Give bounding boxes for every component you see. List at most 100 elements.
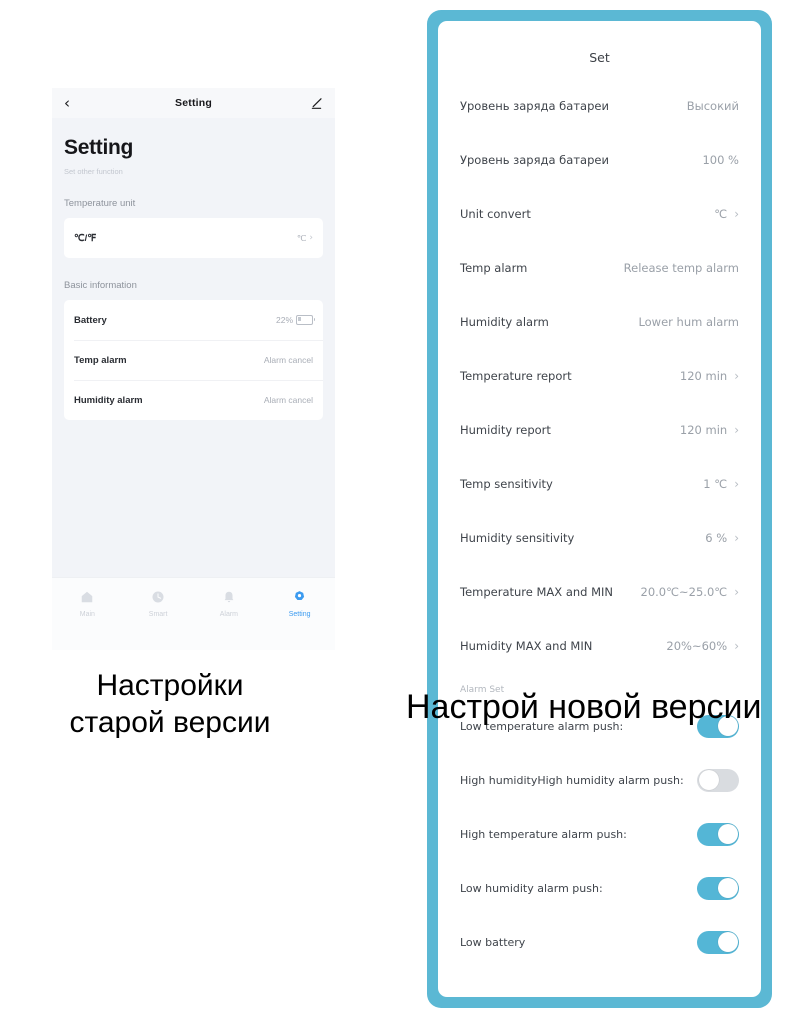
- row-value: Alarm cancel: [263, 355, 313, 365]
- toggle-switch[interactable]: [697, 876, 739, 900]
- row-label: Temp alarm: [74, 354, 127, 366]
- row-value: Высокий: [686, 99, 739, 113]
- row-label: Уровень заряда батареи: [460, 99, 609, 113]
- row-humidity-sensitivity[interactable]: Humidity sensitivity 6 % ›: [460, 511, 739, 565]
- row-battery-level-text[interactable]: Уровень заряда батареи Высокий: [460, 79, 739, 133]
- row-value: 120 min: [679, 369, 728, 383]
- toggle-knob: [717, 824, 738, 844]
- toggle-switch[interactable]: [697, 822, 739, 846]
- battery-icon: [296, 315, 315, 325]
- caption-old-line2: старой версии: [69, 705, 271, 739]
- tab-alarm[interactable]: Alarm: [194, 588, 265, 618]
- row-value-group: 6 % ›: [705, 531, 739, 545]
- new-page-title: Set: [589, 50, 610, 65]
- row-temperature-max-min[interactable]: Temperature MAX and MIN 20.0℃~25.0℃ ›: [460, 565, 739, 619]
- row-value: 1 ℃: [703, 477, 728, 491]
- tab-smart[interactable]: Smart: [123, 588, 194, 618]
- chevron-right-icon: ›: [734, 639, 739, 653]
- tab-label: Alarm: [219, 611, 239, 618]
- row-value: 22%: [275, 315, 293, 325]
- row-value: ℃: [296, 232, 307, 243]
- old-bottom-tabbar: Main Smart Alarm Setting: [52, 577, 335, 650]
- toggle-switch[interactable]: [697, 930, 739, 954]
- row-value-group: Alarm cancel: [264, 395, 313, 405]
- toggle-label: Low battery: [460, 935, 526, 949]
- row-value-group: 120 min ›: [680, 423, 739, 437]
- home-icon: [52, 588, 123, 606]
- row-humidity-max-min[interactable]: Humidity MAX and MIN 20%~60% ›: [460, 619, 739, 673]
- toggle-knob: [717, 878, 738, 898]
- toggle-knob: [717, 932, 738, 952]
- row-label: Humidity sensitivity: [460, 531, 575, 545]
- toggle-row-high-temperature-alarm-push[interactable]: High temperature alarm push:: [460, 807, 739, 861]
- row-label: ℃/℉: [74, 232, 97, 244]
- page-subtitle: Set other function: [64, 167, 123, 176]
- row-label: Humidity report: [460, 423, 551, 437]
- toggle-label: High humidityHigh humidity alarm push:: [460, 773, 684, 787]
- caption-new-version: Настрой новой версии: [406, 688, 762, 726]
- row-value: Release temp alarm: [623, 261, 739, 275]
- row-humidity-alarm[interactable]: Humidity alarm Alarm cancel: [64, 380, 323, 420]
- toggle-label: High temperature alarm push:: [460, 827, 627, 841]
- row-value-group: ℃ ›: [297, 233, 313, 244]
- toggle-row-high-humidity-alarm-push[interactable]: High humidityHigh humidity alarm push:: [460, 753, 739, 807]
- tab-setting[interactable]: Setting: [264, 588, 335, 618]
- chevron-right-icon: ›: [734, 369, 739, 383]
- row-humidity-alarm[interactable]: Humidity alarm Lower hum alarm: [460, 295, 739, 349]
- row-temp-alarm[interactable]: Temp alarm Release temp alarm: [460, 241, 739, 295]
- tab-label: Setting: [288, 611, 311, 618]
- old-navbar: ‹ Setting: [52, 88, 335, 118]
- tab-main[interactable]: Main: [52, 588, 123, 618]
- row-value-group: 20%~60% ›: [666, 639, 739, 653]
- toggle-row-low-humidity-alarm-push[interactable]: Low humidity alarm push:: [460, 861, 739, 915]
- row-value: 20.0℃~25.0℃: [640, 585, 728, 599]
- section-label-temperature-unit: Temperature unit: [64, 198, 136, 209]
- pencil-icon[interactable]: [303, 97, 323, 110]
- toggle-switch[interactable]: [697, 768, 739, 792]
- card-temperature-unit: ℃/℉ ℃ ›: [64, 218, 323, 258]
- row-label: Humidity MAX and MIN: [460, 639, 593, 653]
- back-icon[interactable]: ‹: [64, 95, 84, 111]
- row-unit-convert[interactable]: Unit convert ℃ ›: [460, 187, 739, 241]
- row-label: Humidity alarm: [460, 315, 549, 329]
- row-value-group: ℃ ›: [714, 207, 739, 221]
- row-value-group: Lower hum alarm: [638, 315, 739, 329]
- row-value: 120 min: [679, 423, 728, 437]
- tab-label: Smart: [148, 611, 168, 618]
- row-battery[interactable]: Battery 22%: [64, 300, 323, 340]
- row-value-group: 100 %: [702, 153, 739, 167]
- row-label: Temperature MAX and MIN: [460, 585, 614, 599]
- caption-old-line1: Настройки: [96, 669, 244, 702]
- chevron-right-icon: ›: [734, 531, 739, 545]
- clock-icon: [123, 588, 194, 606]
- row-temp-sensitivity[interactable]: Temp sensitivity 1 ℃ ›: [460, 457, 739, 511]
- row-value-group: 1 ℃ ›: [703, 477, 739, 491]
- chevron-right-icon: ›: [309, 232, 313, 243]
- row-value: 6 %: [705, 531, 728, 545]
- row-humidity-report[interactable]: Humidity report 120 min ›: [460, 403, 739, 457]
- chevron-right-icon: ›: [734, 477, 739, 491]
- toggle-row-low-battery[interactable]: Low battery: [460, 915, 739, 969]
- toggle-label: Low humidity alarm push:: [460, 881, 603, 895]
- row-value-group: 20.0℃~25.0℃ ›: [641, 585, 740, 599]
- row-temp-alarm[interactable]: Temp alarm Alarm cancel: [64, 340, 323, 380]
- chevron-right-icon: ›: [734, 207, 739, 221]
- row-label: Temperature report: [460, 369, 572, 383]
- gear-icon: [264, 588, 335, 606]
- tab-label: Main: [79, 611, 95, 618]
- section-label-basic-information: Basic information: [64, 280, 137, 291]
- row-battery-level-percent[interactable]: Уровень заряда батареи 100 %: [460, 133, 739, 187]
- row-temperature-report[interactable]: Temperature report 120 min ›: [460, 349, 739, 403]
- chevron-right-icon: ›: [734, 423, 739, 437]
- caption-old-version: Настройки старой версии: [10, 668, 330, 741]
- page-title: Setting: [64, 136, 134, 159]
- new-phone-screen: Set Уровень заряда батареи Высокий Урове…: [438, 21, 761, 997]
- new-version-phone-screenshot: Set Уровень заряда батареи Высокий Урове…: [427, 10, 772, 1008]
- row-label: Temp sensitivity: [460, 477, 553, 491]
- row-celsius-fahrenheit[interactable]: ℃/℉ ℃ ›: [64, 218, 323, 258]
- row-label: Battery: [74, 314, 107, 326]
- old-version-phone-screenshot: ‹ Setting Setting Set other function Tem…: [52, 88, 335, 650]
- row-value: Lower hum alarm: [638, 315, 739, 329]
- new-settings-list: Уровень заряда батареи Высокий Уровень з…: [438, 79, 761, 969]
- row-value: ℃: [714, 207, 728, 221]
